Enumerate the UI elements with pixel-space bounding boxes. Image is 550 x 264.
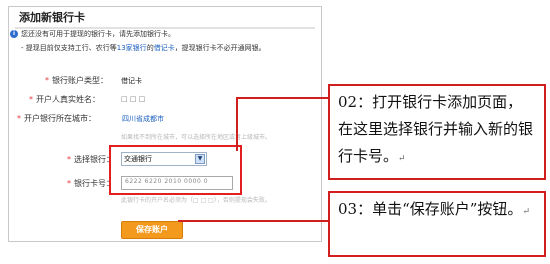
callout-step-3: 03：单击“保存账户”按钮。↵ — [328, 191, 546, 257]
add-bank-card-dialog: 添加新银行卡 i 您还没有可用于提现的银行卡，请先添加银行卡。 - 提现目前仅支持… — [8, 6, 322, 242]
required-mark: * — [67, 179, 71, 188]
return-mark: ↵ — [398, 154, 406, 164]
callout-step-3-text: 03：单击“保存账户”按钮。 — [338, 200, 523, 218]
notice-line-2: - 提现目前仅支持工行、农行等13家银行的借记卡，提现银行卡不必开通网银。 — [21, 43, 266, 53]
holder-name-value: □ □ □ — [121, 95, 146, 103]
leader-line-step2 — [236, 97, 238, 151]
bank-select-row: * 选择银行： — [67, 154, 114, 165]
bank-select-label: 选择银行： — [74, 155, 114, 164]
account-type-label: 银行账户类型： — [52, 76, 108, 85]
dialog-title: 添加新银行卡 — [19, 11, 85, 24]
save-account-button[interactable]: 保存账户 — [121, 221, 183, 239]
account-type-value: 借记卡 — [121, 77, 142, 85]
holder-name-row: * 开户人真实姓名： — [29, 94, 100, 105]
debit-card-link[interactable]: 借记卡 — [154, 44, 175, 52]
info-icon: i — [10, 30, 18, 38]
bank-city-row: * 开户银行所在城市： — [17, 113, 96, 124]
highlight-box — [109, 145, 242, 195]
notice-line-2-mid: 的 — [146, 44, 154, 52]
required-mark: * — [67, 155, 71, 164]
leader-line-step2-h — [236, 97, 328, 99]
account-type-row: * 银行账户类型： — [45, 75, 108, 86]
bank-city-label: 开户银行所在城市： — [24, 114, 96, 123]
return-mark: ↵ — [522, 207, 530, 217]
notice-text: 您还没有可用于提现的银行卡，请先添加银行卡。 — [21, 30, 175, 38]
bank-city-select[interactable]: 四川省成都市 — [122, 114, 164, 124]
card-number-row: * 银行卡号： — [67, 178, 114, 189]
card-hint: 此银行卡的开户名必须为（□ □ □），否则提现会失败。 — [121, 197, 271, 204]
holder-name-label: 开户人真实姓名： — [36, 95, 100, 104]
notice-line-2-end: ，提现银行卡不必开通网银。 — [174, 44, 266, 52]
required-mark: * — [45, 76, 49, 85]
notice-line-1: i 您还没有可用于提现的银行卡，请先添加银行卡。 — [10, 29, 175, 39]
callout-step-2-text: 02：打开银行卡添加页面，在这里选择银行并输入新的银行卡号。 — [338, 93, 534, 165]
supported-banks-link[interactable]: 13家银行 — [117, 44, 147, 52]
leader-line-step3 — [178, 220, 328, 222]
callout-step-2: 02：打开银行卡添加页面，在这里选择银行并输入新的银行卡号。↵ — [328, 84, 546, 180]
city-hint: 如果找不到所在城市，可以选择所在地区或者上级城市。 — [121, 134, 272, 141]
notice-line-2-text: - 提现目前仅支持工行、农行等 — [21, 44, 117, 52]
required-mark: * — [17, 114, 21, 123]
required-mark: * — [29, 95, 33, 104]
card-number-label: 银行卡号： — [74, 179, 114, 188]
